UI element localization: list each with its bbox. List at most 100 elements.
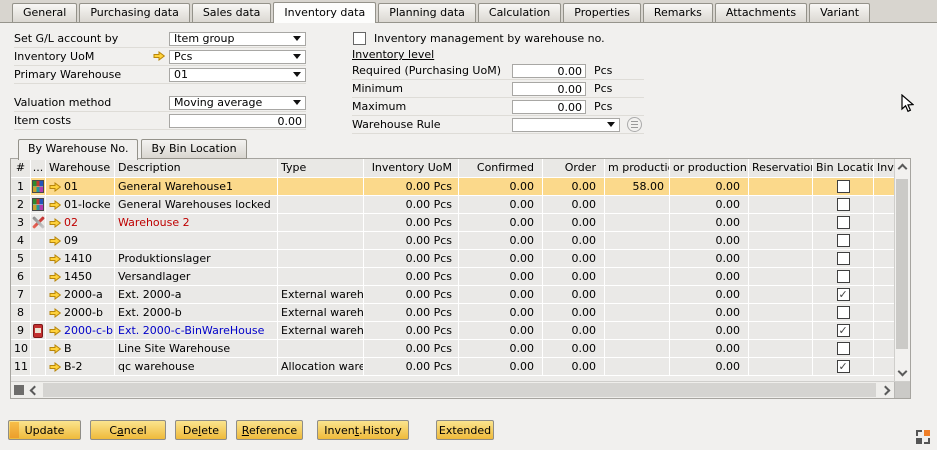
column-header-from-production[interactable]: m production: [605, 159, 670, 178]
inventory-uom-cell[interactable]: 0.00 Pcs: [364, 304, 459, 322]
subtab-by-warehouse-no[interactable]: By Warehouse No.: [18, 139, 138, 160]
confirmed-cell[interactable]: 0.00: [459, 268, 543, 286]
column-header-inventory[interactable]: Inven: [874, 159, 895, 178]
from-production-cell[interactable]: [605, 304, 670, 322]
confirmed-cell[interactable]: 0.00: [459, 340, 543, 358]
link-arrow-icon[interactable]: [49, 254, 61, 264]
for-production-cell[interactable]: 0.00: [670, 196, 749, 214]
description-cell[interactable]: General Warehouse1: [115, 178, 278, 196]
inventory-uom-cell[interactable]: 0.00 Pcs: [364, 322, 459, 340]
warehouse-cell[interactable]: 01: [46, 178, 115, 196]
reservation-cell[interactable]: [749, 214, 813, 232]
bin-location-checkbox[interactable]: [837, 234, 850, 247]
split-handle[interactable]: [14, 385, 24, 395]
for-production-cell[interactable]: 0.00: [670, 322, 749, 340]
description-cell[interactable]: Versandlager: [115, 268, 278, 286]
scroll-up-button[interactable]: [895, 161, 909, 176]
inventory-uom-cell[interactable]: 0.00 Pcs: [364, 178, 459, 196]
description-cell[interactable]: Ext. 2000-c-BinWareHouse: [115, 322, 278, 340]
vertical-scrollbar-thumb[interactable]: [896, 179, 908, 349]
warehouse-cell[interactable]: 2000-b: [46, 304, 115, 322]
ordered-cell[interactable]: 0.00: [543, 250, 605, 268]
table-row[interactable]: 3 02 Warehouse 2 0.00 Pcs 0.00 0.00 0.00: [11, 214, 910, 232]
description-cell[interactable]: Warehouse 2: [115, 214, 278, 232]
inventory-mgmt-by-warehouse-checkbox[interactable]: [353, 32, 366, 45]
type-cell[interactable]: External warehous: [278, 304, 364, 322]
from-production-cell[interactable]: [605, 250, 670, 268]
type-cell[interactable]: External warehous: [278, 322, 364, 340]
required-field[interactable]: 0.00: [512, 64, 586, 78]
inventory-uom-cell[interactable]: 0.00 Pcs: [364, 232, 459, 250]
type-cell[interactable]: [278, 340, 364, 358]
table-row[interactable]: 1 01 General Warehouse1 0.00 Pcs 0.00 0.…: [11, 178, 910, 196]
confirmed-cell[interactable]: 0.00: [459, 286, 543, 304]
inventory-uom-cell[interactable]: 0.00 Pcs: [364, 358, 459, 376]
reservation-cell[interactable]: [749, 340, 813, 358]
tab-inventory-data[interactable]: Inventory data: [273, 2, 376, 23]
update-button[interactable]: Update: [8, 420, 81, 440]
reservation-cell[interactable]: [749, 358, 813, 376]
column-header-num[interactable]: #: [11, 159, 31, 178]
type-cell[interactable]: [278, 232, 364, 250]
link-arrow-icon[interactable]: [49, 200, 61, 210]
list-circle-icon[interactable]: [627, 117, 642, 132]
from-production-cell[interactable]: [605, 214, 670, 232]
bin-location-checkbox[interactable]: [837, 270, 850, 283]
tab-variant[interactable]: Variant: [809, 3, 870, 22]
tab-general[interactable]: General: [12, 3, 77, 22]
warehouse-cell[interactable]: 1450: [46, 268, 115, 286]
from-production-cell[interactable]: [605, 286, 670, 304]
from-production-cell[interactable]: [605, 268, 670, 286]
confirmed-cell[interactable]: 0.00: [459, 250, 543, 268]
delete-button[interactable]: Delete: [175, 420, 227, 440]
type-cell[interactable]: Allocation wareho: [278, 358, 364, 376]
for-production-cell[interactable]: 0.00: [670, 268, 749, 286]
description-cell[interactable]: Ext. 2000-b: [115, 304, 278, 322]
reservation-cell[interactable]: [749, 250, 813, 268]
set-gl-account-select[interactable]: Item group: [169, 32, 306, 46]
column-header-reservation[interactable]: Reservation: [749, 159, 813, 178]
reservation-cell[interactable]: [749, 304, 813, 322]
table-row[interactable]: 9 2000-c-b Ext. 2000-c-BinWareHouse Exte…: [11, 322, 910, 340]
reservation-cell[interactable]: [749, 178, 813, 196]
confirmed-cell[interactable]: 0.00: [459, 304, 543, 322]
table-row[interactable]: 8 2000-b Ext. 2000-b External warehous 0…: [11, 304, 910, 322]
valuation-method-select[interactable]: Moving average: [169, 96, 306, 110]
confirmed-cell[interactable]: 0.00: [459, 196, 543, 214]
inventory-uom-cell[interactable]: 0.00 Pcs: [364, 250, 459, 268]
subtab-by-bin-location[interactable]: By Bin Location: [141, 139, 246, 159]
resize-grip-icon[interactable]: [915, 429, 931, 445]
tab-planning-data[interactable]: Planning data: [378, 3, 476, 22]
inventory-uom-cell[interactable]: 0.00 Pcs: [364, 196, 459, 214]
bin-location-checkbox[interactable]: [837, 306, 850, 319]
reference-button[interactable]: Reference: [236, 420, 303, 440]
link-arrow-icon[interactable]: [49, 308, 61, 318]
for-production-cell[interactable]: 0.00: [670, 232, 749, 250]
link-arrow-icon[interactable]: [49, 362, 61, 372]
inventory-uom-cell[interactable]: 0.00 Pcs: [364, 268, 459, 286]
inventory-uom-select[interactable]: Pcs: [169, 50, 306, 64]
inventory-uom-cell[interactable]: 0.00 Pcs: [364, 214, 459, 232]
link-arrow-icon[interactable]: [49, 326, 61, 336]
tab-purchasing-data[interactable]: Purchasing data: [79, 3, 189, 22]
link-arrow-icon[interactable]: [153, 51, 165, 61]
warehouse-cell[interactable]: 2000-a: [46, 286, 115, 304]
table-row[interactable]: 5 1410 Produktionslager 0.00 Pcs 0.00 0.…: [11, 250, 910, 268]
for-production-cell[interactable]: 0.00: [670, 286, 749, 304]
type-cell[interactable]: [278, 250, 364, 268]
column-header-type[interactable]: Type: [278, 159, 364, 178]
link-arrow-icon[interactable]: [49, 272, 61, 282]
link-arrow-icon[interactable]: [49, 290, 61, 300]
reservation-cell[interactable]: [749, 286, 813, 304]
link-arrow-icon[interactable]: [49, 182, 61, 192]
for-production-cell[interactable]: 0.00: [670, 358, 749, 376]
for-production-cell[interactable]: 0.00: [670, 214, 749, 232]
ordered-cell[interactable]: 0.00: [543, 268, 605, 286]
description-cell[interactable]: General Warehouses locked: [115, 196, 278, 214]
link-arrow-icon[interactable]: [49, 236, 61, 246]
column-header-description[interactable]: Description: [115, 159, 278, 178]
for-production-cell[interactable]: 0.00: [670, 250, 749, 268]
warehouse-cell[interactable]: 02: [46, 214, 115, 232]
from-production-cell[interactable]: [605, 340, 670, 358]
ordered-cell[interactable]: 0.00: [543, 304, 605, 322]
